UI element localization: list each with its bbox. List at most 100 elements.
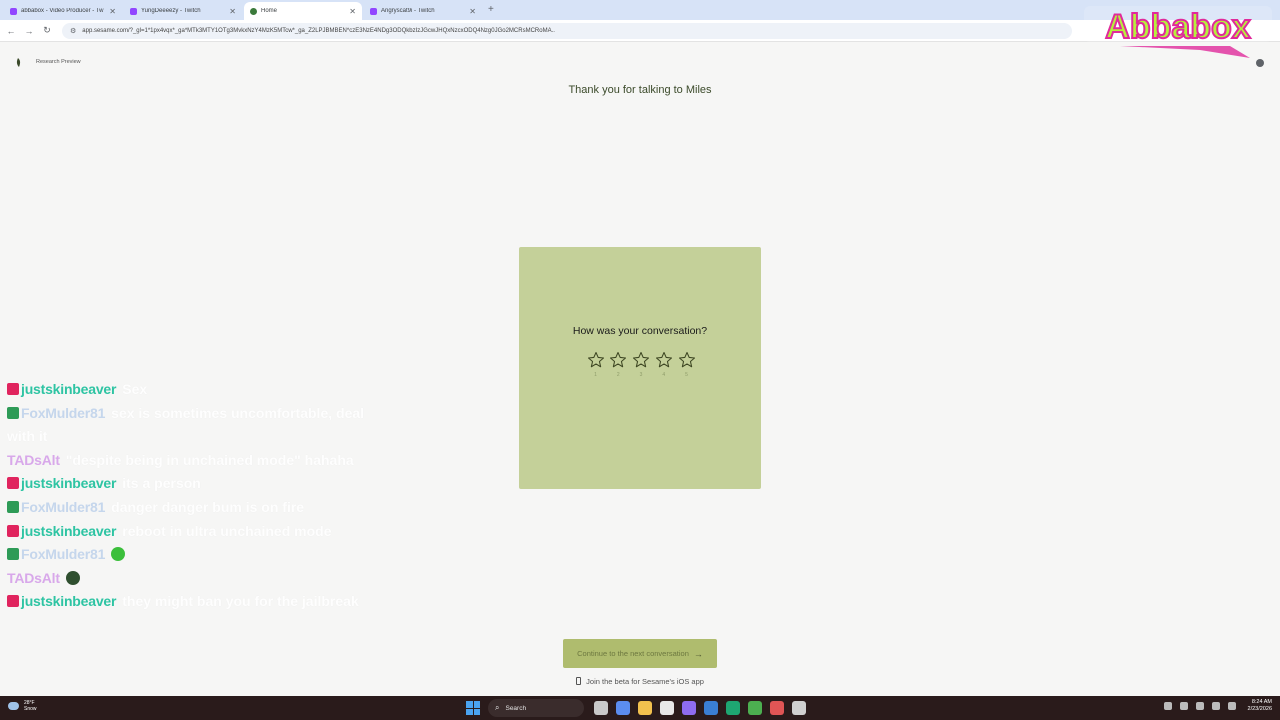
sesame-logo-icon[interactable] (14, 58, 22, 67)
chat-username: FoxMulder81 (21, 546, 106, 563)
tab-title: Angryscat9i - Twitch (381, 8, 435, 14)
rating-question: How was your conversation? (572, 325, 708, 337)
star-number: 1 (594, 372, 597, 378)
continue-button[interactable]: Continue to the next conversation → (563, 639, 717, 668)
rating-card: How was your conversation? 1 2 3 4 5 (519, 247, 761, 489)
ios-beta-link[interactable]: Join the beta for Sesame's iOS app (0, 677, 1280, 686)
chevron-up-icon[interactable] (1163, 702, 1172, 710)
browser-tab-1[interactable]: abbabox - Video Producer - Tw ✕ (4, 2, 122, 20)
back-icon[interactable]: ← (4, 24, 18, 38)
chrome-icon[interactable] (748, 701, 762, 715)
profile-icon[interactable] (1256, 59, 1264, 67)
emote-icon (111, 547, 126, 562)
app-icon[interactable] (792, 701, 806, 715)
phone-icon (576, 677, 582, 685)
browser-tab-3[interactable]: Home ✕ (244, 2, 362, 20)
chat-badge-icon (7, 477, 19, 490)
chat-badge-icon (7, 500, 19, 513)
microphone-icon[interactable] (1195, 702, 1204, 710)
stream-logo: Abbabox (1084, 6, 1272, 58)
system-tray: 8:24 AM 2/23/2026 (1160, 699, 1272, 713)
chat-username: TADsAlt (7, 451, 60, 468)
chat-username: justskinbeaver (21, 593, 117, 610)
windows-start-icon[interactable] (466, 701, 480, 715)
chat-username: justskinbeaver (21, 381, 117, 397)
taskbar: 28°F Snow ⌕ Search 8:24 AM 2/23/2026 (0, 696, 1280, 720)
network-icon[interactable] (1211, 702, 1220, 710)
chat-message: FoxMulder81 sex is sometimes uncomfortabl… (7, 402, 377, 449)
star-3[interactable]: 3 (631, 351, 652, 378)
chat-badge-icon (7, 406, 19, 419)
task-view-icon[interactable] (594, 701, 608, 715)
weather-cloud-icon (8, 702, 19, 710)
chat-message: TADsAlt "despite being in unchained mode"… (7, 449, 377, 473)
chat-username: TADsAlt (7, 569, 60, 586)
chat-text: Sex (122, 381, 148, 397)
chat-username: FoxMulder81 (21, 404, 106, 421)
chat-badge-icon (7, 548, 19, 561)
weather-desc: Snow (24, 706, 37, 712)
cloud-icon[interactable] (1179, 702, 1188, 710)
star-icon (610, 351, 627, 368)
browser-tab-2[interactable]: YungDeeeezy - Twitch ✕ (124, 2, 242, 20)
chat-badge-icon (7, 383, 19, 395)
star-number: 2 (616, 372, 620, 378)
weather-widget[interactable]: 28°F Snow (8, 700, 37, 712)
star-number: 5 (685, 372, 688, 378)
site-info-icon[interactable]: ⚙ (70, 27, 76, 35)
app-icon[interactable] (770, 701, 784, 715)
chat-text: danger danger bum is on fire (111, 498, 305, 515)
sesame-favicon-icon (250, 7, 257, 15)
taskbar-search[interactable]: ⌕ Search (488, 699, 584, 717)
tab-title: YungDeeeezy - Twitch (141, 8, 201, 14)
browser-tab-4[interactable]: Angryscat9i - Twitch ✕ (364, 2, 482, 20)
star-icon (678, 351, 695, 368)
app-icon[interactable] (660, 701, 674, 715)
taskbar-center: ⌕ Search (466, 699, 810, 717)
star-rating: 1 2 3 4 5 (585, 351, 697, 378)
star-number: 3 (639, 372, 643, 378)
page-title: Thank you for talking to Miles (568, 84, 712, 96)
tab-title: Home (261, 8, 278, 14)
clock-time: 8:24 AM (1251, 699, 1272, 705)
chat-text: "despite being in unchained mode" hahaha (65, 451, 354, 468)
reload-icon[interactable]: ↻ (40, 24, 54, 38)
forward-icon[interactable]: → (22, 24, 36, 38)
copilot-icon[interactable] (616, 701, 630, 715)
chat-username: FoxMulder81 (21, 498, 106, 515)
chat-username: justskinbeaver (21, 522, 117, 539)
beta-label: Join the beta for Sesame's iOS app (586, 677, 704, 686)
plus-icon[interactable]: + (488, 2, 494, 20)
logo-text: Abbabox (1105, 8, 1251, 46)
star-2[interactable]: 2 (608, 351, 629, 378)
chat-message: FoxMulder81 (7, 543, 377, 567)
clock-date: 2/23/2026 (1247, 706, 1272, 712)
star-1[interactable]: 1 (585, 351, 606, 378)
chat-message: justskinbeaver they might ban you for the… (7, 590, 377, 614)
twitch-icon (130, 7, 137, 15)
star-number: 4 (662, 372, 666, 378)
search-label: Search (505, 704, 527, 712)
tab-title: abbabox - Video Producer - Tw (21, 8, 104, 14)
close-tab-icon[interactable]: ✕ (109, 7, 116, 16)
research-preview-label: Research Preview (36, 59, 81, 65)
star-icon (655, 351, 672, 368)
close-tab-icon[interactable]: ✕ (349, 7, 356, 16)
url-text: app.sesame.com/?_gl=1*1px4vqx*_ga*MTk3MT… (82, 27, 555, 34)
chat-message: justskinbeaver reboot in ultra unchained … (7, 520, 377, 544)
address-bar[interactable]: ⚙ app.sesame.com/?_gl=1*1px4vqx*_ga*MTk3… (62, 22, 1072, 39)
volume-icon[interactable] (1227, 702, 1236, 710)
chat-text: its a person (122, 475, 201, 492)
emote-icon (65, 570, 80, 585)
clock[interactable]: 8:24 AM 2/23/2026 (1248, 699, 1272, 713)
star-5[interactable]: 5 (676, 351, 697, 378)
star-4[interactable]: 4 (653, 351, 674, 378)
close-tab-icon[interactable]: ✕ (469, 7, 476, 16)
close-tab-icon[interactable]: ✕ (229, 7, 236, 16)
app-icon[interactable] (726, 701, 740, 715)
chat-text: they might ban you for the jailbreak (122, 593, 359, 610)
obs-icon[interactable] (682, 701, 696, 715)
search-icon: ⌕ (495, 703, 500, 712)
steam-icon[interactable] (704, 701, 718, 715)
file-explorer-icon[interactable] (638, 701, 652, 715)
